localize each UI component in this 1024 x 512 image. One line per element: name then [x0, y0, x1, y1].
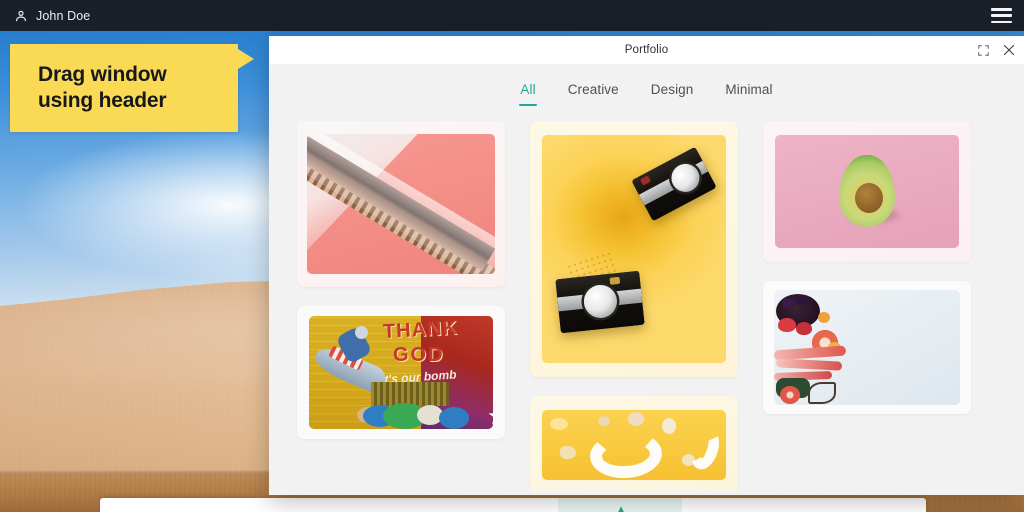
gallery-item-escalator[interactable]	[297, 121, 505, 287]
mural-figure-head	[355, 326, 368, 339]
gallery-item-food-flatlay[interactable]	[763, 281, 971, 414]
user-name-label: John Doe	[36, 8, 91, 23]
gallery-item-coconut[interactable]	[530, 396, 738, 494]
hamburger-line-3	[991, 20, 1012, 23]
portfolio-window[interactable]: Portfolio All Creative Design Minimal TH…	[269, 36, 1024, 495]
avocado-pit	[855, 183, 883, 213]
mural-color-blobs	[357, 395, 477, 429]
tab-minimal[interactable]: Minimal	[724, 82, 773, 106]
gallery-column-1: THANK GOD it's our bomb ★	[297, 121, 505, 439]
camera-top	[631, 146, 717, 222]
user-icon	[14, 9, 28, 23]
artwork-coconut-fruit	[542, 410, 726, 480]
gallery-column-3	[763, 121, 971, 414]
hamburger-line-1	[991, 8, 1012, 11]
drag-hint-text: Drag window using header	[38, 63, 167, 112]
hamburger-menu-icon[interactable]	[991, 8, 1012, 23]
gallery-item-cameras[interactable]	[530, 121, 738, 377]
drag-hint-callout: Drag window using header	[10, 44, 238, 132]
maximize-icon[interactable]	[976, 43, 991, 58]
artwork-vintage-cameras	[542, 135, 726, 363]
callout-pointer-arrow	[238, 49, 254, 69]
screen: ▲ John Doe Drag window using header Port…	[0, 0, 1024, 512]
bottom-document-sheet	[100, 498, 926, 512]
artwork-avocado	[775, 135, 959, 248]
coconut-piece-5	[598, 416, 610, 426]
coconut-arc-main	[588, 429, 664, 480]
camera-bottom	[555, 270, 645, 334]
gallery-item-mural[interactable]: THANK GOD it's our bomb ★	[297, 306, 505, 439]
coconut-piece-6	[550, 418, 568, 430]
artwork-food-flatlay	[774, 290, 960, 405]
coconut-piece-2	[662, 418, 676, 434]
coconut-piece-1	[560, 446, 576, 459]
mural-text-god: GOD	[393, 344, 445, 366]
user-account[interactable]: John Doe	[14, 9, 90, 23]
tab-all[interactable]: All	[519, 82, 538, 106]
window-header-drag-handle[interactable]: Portfolio	[269, 36, 1024, 64]
close-icon[interactable]	[1001, 43, 1016, 58]
gallery-item-avocado[interactable]	[763, 121, 971, 262]
hamburger-line-2	[991, 14, 1012, 17]
mural-text-thank: THANK	[382, 317, 459, 343]
window-controls	[976, 36, 1016, 64]
gallery-column-2	[530, 121, 738, 494]
artwork-escalator	[307, 134, 495, 274]
tab-creative[interactable]: Creative	[567, 82, 620, 106]
window-title: Portfolio	[624, 44, 669, 56]
portfolio-gallery: THANK GOD it's our bomb ★	[269, 106, 1024, 494]
mural-rider-figure	[323, 325, 385, 390]
category-tabs: All Creative Design Minimal	[269, 64, 1024, 106]
food-arrangement	[774, 290, 850, 405]
top-system-bar: John Doe	[0, 0, 1024, 31]
leaf-icon: ▲	[613, 505, 629, 512]
coconut-piece-3	[628, 412, 644, 426]
artwork-street-mural: THANK GOD it's our bomb ★	[309, 316, 493, 429]
tab-design[interactable]: Design	[650, 82, 695, 106]
coconut-arc-right	[686, 425, 724, 473]
